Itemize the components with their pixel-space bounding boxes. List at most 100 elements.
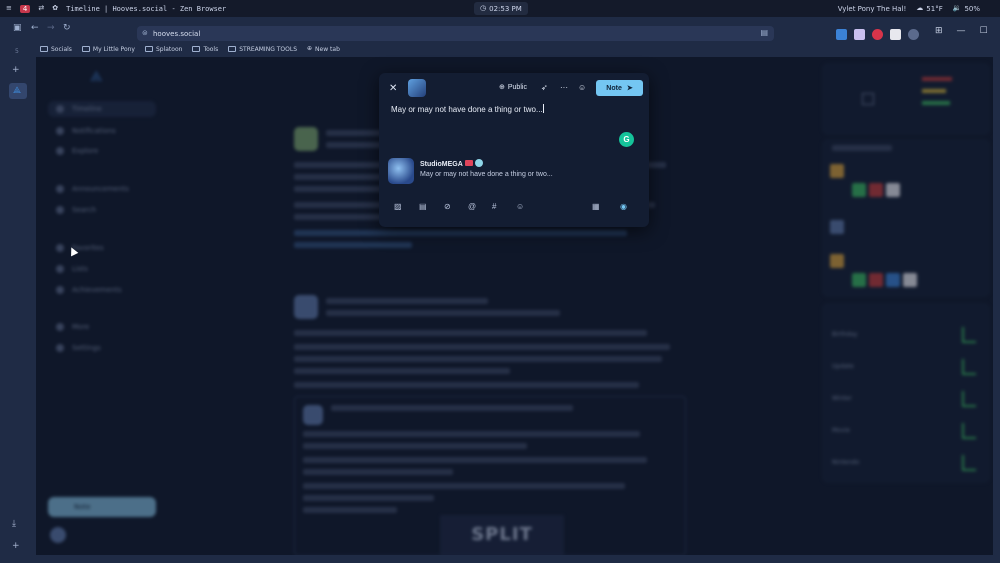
new-tab-icon[interactable]: + bbox=[12, 65, 20, 75]
trending-widget: Birthday Update Winter Movie Nintendo bbox=[822, 303, 990, 483]
text-caret bbox=[542, 104, 544, 113]
nav-lists[interactable]: Lists bbox=[56, 265, 88, 273]
extension-badge-icon[interactable] bbox=[890, 29, 901, 40]
extensions-menu-icon[interactable]: ⊞ bbox=[935, 26, 943, 36]
downloads-icon[interactable]: ⤓ bbox=[12, 519, 16, 529]
close-icon[interactable]: ✕ bbox=[389, 83, 397, 94]
rocket-icon[interactable]: ➶ bbox=[541, 83, 548, 92]
avatar[interactable] bbox=[294, 295, 318, 319]
url-bar[interactable]: ⊜ hooves.social ▤ bbox=[137, 26, 774, 41]
bookmark-socials[interactable]: Socials bbox=[40, 46, 72, 53]
extension-shield-icon[interactable] bbox=[836, 29, 847, 40]
back-icon[interactable]: ← bbox=[31, 23, 39, 33]
folder-icon bbox=[192, 46, 201, 52]
workspace-indicator[interactable]: 4 bbox=[19, 4, 31, 13]
trend-item[interactable]: Movie bbox=[832, 427, 850, 434]
site-logo-icon[interactable]: ⟁ bbox=[90, 69, 103, 85]
folder-icon bbox=[81, 46, 90, 52]
bookmark-tools[interactable]: Tools bbox=[192, 46, 218, 53]
trend-item[interactable]: Winter bbox=[832, 395, 852, 402]
emoji-icon[interactable]: ☺ bbox=[578, 83, 586, 92]
bookmark-splatoon[interactable]: Splatoon bbox=[144, 46, 182, 53]
hashtag-icon[interactable]: # bbox=[492, 202, 496, 211]
poll-icon[interactable]: ▤ bbox=[419, 202, 427, 211]
quote-author[interactable]: StudioMEGA bbox=[420, 159, 483, 168]
post-note-button[interactable]: Note ➤ bbox=[596, 80, 643, 96]
folder-icon bbox=[228, 46, 237, 52]
window-border bbox=[993, 57, 1000, 563]
extension-pony-icon[interactable] bbox=[854, 29, 865, 40]
globe-icon: ⊕ bbox=[499, 84, 505, 91]
trend-item[interactable]: Nintendo bbox=[832, 459, 859, 466]
tab-count: 5 bbox=[15, 48, 19, 55]
reload-icon[interactable]: ↻ bbox=[63, 23, 71, 33]
clock[interactable]: ◷ 02:53 PM bbox=[474, 2, 528, 15]
avatar[interactable] bbox=[294, 127, 318, 151]
add-workspace-icon[interactable]: + bbox=[12, 541, 20, 551]
forward-icon[interactable]: → bbox=[47, 23, 55, 33]
clock-time: 02:53 PM bbox=[489, 4, 522, 13]
toggle-sidebar-icon[interactable]: ▣ bbox=[13, 23, 22, 33]
now-playing[interactable]: Vylet Pony The Hal! bbox=[838, 5, 907, 13]
nav-favorites[interactable]: Favorites bbox=[56, 244, 104, 252]
folder-icon bbox=[144, 46, 153, 52]
url-text: hooves.social bbox=[153, 29, 201, 38]
nav-settings[interactable]: Settings bbox=[56, 344, 101, 352]
visibility-label: Public bbox=[507, 84, 527, 91]
minimize-icon[interactable]: — bbox=[957, 26, 966, 36]
visibility-selector[interactable]: ⊕ Public bbox=[499, 84, 527, 91]
browser-chrome: ▣ ← → ↻ ⊜ hooves.social ▤ ⊞ — ☐ ✕ Social… bbox=[0, 17, 1000, 57]
attach-image-icon[interactable]: ▨ bbox=[394, 202, 402, 211]
split-fiction-image[interactable]: SPLIT FICTION bbox=[440, 515, 564, 555]
zen-icon: ✿ bbox=[52, 4, 59, 12]
weather-icon: ☁ bbox=[916, 4, 924, 12]
extension-ublock-icon[interactable] bbox=[872, 29, 883, 40]
quoted-note-preview: StudioMEGA May or may not have done a th… bbox=[388, 157, 618, 187]
reader-view-icon[interactable]: ▤ bbox=[760, 28, 768, 37]
bookmark-new-tab[interactable]: ⊕ New tab bbox=[307, 46, 340, 53]
drafts-icon[interactable]: ▦ bbox=[592, 202, 600, 211]
maximize-icon[interactable]: ☐ bbox=[980, 26, 988, 36]
more-icon[interactable]: ··· bbox=[560, 83, 568, 92]
nav-announcements[interactable]: Announcements bbox=[56, 185, 129, 193]
compose-textarea[interactable]: May or may not have done a thing or two.… bbox=[391, 104, 544, 114]
nav-achievements[interactable]: Achievements bbox=[56, 286, 122, 294]
hooves-tab-icon[interactable]: ⟁ bbox=[13, 86, 21, 96]
window-title: Timeline | Hooves.social - Zen Browser bbox=[66, 4, 227, 13]
volume-icon[interactable]: 🔉 bbox=[953, 5, 962, 12]
account-avatar[interactable] bbox=[408, 79, 426, 97]
volume-level: 50% bbox=[964, 4, 980, 13]
mention-icon[interactable]: @ bbox=[468, 202, 476, 211]
clock-icon: ◷ bbox=[480, 4, 487, 12]
send-icon: ➤ bbox=[626, 84, 633, 92]
account-avatar[interactable] bbox=[50, 527, 66, 543]
window-border bbox=[36, 555, 993, 563]
nav-timeline[interactable]: Timeline bbox=[56, 105, 102, 113]
nav-notifications[interactable]: Notifications bbox=[56, 127, 116, 135]
trend-item[interactable]: Birthday bbox=[832, 331, 857, 338]
insert-emoji-icon[interactable]: ☺ bbox=[516, 202, 524, 211]
badge-emoji-icon bbox=[474, 159, 483, 167]
quote-text: May or may not have done a thing or two.… bbox=[420, 171, 553, 178]
swap-icon[interactable]: ⇄ bbox=[38, 5, 44, 12]
avatar[interactable] bbox=[303, 405, 323, 425]
bookmarks-bar: Socials My Little Pony Splatoon Tools ST… bbox=[40, 43, 340, 55]
site-info-icon[interactable]: ⊜ bbox=[142, 29, 148, 37]
globe-icon: ⊕ bbox=[307, 45, 313, 52]
nav-explore[interactable]: Explore bbox=[56, 147, 98, 155]
trend-item[interactable]: Update bbox=[832, 363, 854, 370]
quote-author-avatar[interactable] bbox=[388, 158, 414, 184]
grammarly-icon[interactable]: G bbox=[619, 132, 634, 147]
content-warning-icon[interactable]: ⊘ bbox=[444, 202, 451, 211]
nav-search[interactable]: Search bbox=[56, 206, 96, 214]
bookmark-streaming-tools[interactable]: STREAMING TOOLS bbox=[228, 46, 297, 53]
nav-more[interactable]: More bbox=[56, 323, 89, 331]
compose-toolbar: ▨ ▤ ⊘ @ # ☺ ▦ ◉ bbox=[394, 202, 639, 214]
bookmark-my-little-pony[interactable]: My Little Pony bbox=[81, 46, 135, 53]
compose-note-dialog: ✕ ⊕ Public ➶ ··· ☺ Note ➤ May or may not… bbox=[379, 73, 649, 227]
menu-icon[interactable]: ≡ bbox=[6, 5, 12, 12]
bg-note-button[interactable]: Note bbox=[48, 497, 156, 517]
notifications-widget bbox=[822, 139, 990, 297]
preview-icon[interactable]: ◉ bbox=[620, 202, 627, 211]
extension-settings-icon[interactable] bbox=[908, 29, 919, 40]
